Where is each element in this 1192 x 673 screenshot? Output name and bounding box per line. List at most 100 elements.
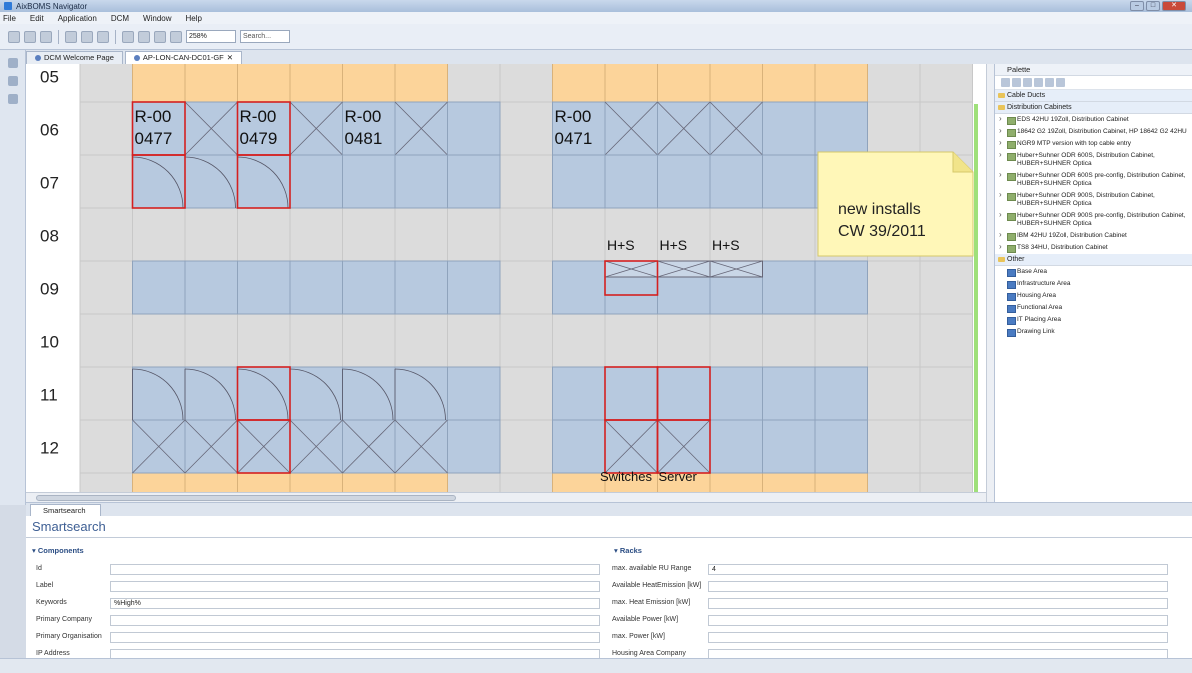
vertical-scrollbar[interactable] — [986, 64, 994, 502]
palette-tools — [995, 76, 1192, 90]
hs-label: H+S — [712, 237, 740, 253]
row-label: 09 — [40, 280, 59, 299]
menu-application[interactable]: Application — [58, 14, 97, 23]
smartsearch-title: Smartsearch — [32, 519, 106, 534]
tab-floorplan[interactable]: AP-LON-CAN-DC01-GF ✕ — [124, 51, 243, 64]
field-label: Available Power [kW] — [612, 616, 679, 623]
horizontal-scrollbar[interactable] — [26, 492, 986, 502]
palette-drawer-header[interactable]: Distribution Cabinets — [995, 102, 1192, 114]
rack-cell — [814, 366, 868, 421]
forward-icon[interactable] — [81, 30, 93, 43]
rack-cell — [342, 154, 396, 209]
palette-item[interactable]: NGR9 MTP version with top cable entry — [995, 138, 1192, 150]
floorplan-svg[interactable]: 05 06 07 08 09 10 11 12 R-00 0477 R-00 0479 R-00 0481… — [26, 64, 986, 492]
field-input[interactable] — [708, 581, 1168, 592]
zoom-out-icon[interactable] — [1023, 78, 1032, 87]
note-icon[interactable] — [1045, 78, 1054, 87]
palette-item[interactable]: IBM 42HU 19Zoll, Distribution Cabinet — [995, 230, 1192, 242]
grid-cell — [552, 313, 606, 368]
back-icon[interactable] — [65, 30, 77, 43]
palette-item[interactable]: Huber+Suhner ODR 900S pre-config, Distri… — [995, 210, 1192, 230]
grid-cell — [919, 472, 973, 492]
close-icon[interactable]: ✕ — [227, 52, 233, 64]
view-icon[interactable] — [7, 94, 18, 104]
grid-icon[interactable] — [170, 30, 182, 43]
palette-item[interactable]: Infrastructure Area — [995, 278, 1192, 290]
search-input[interactable]: Search... — [240, 30, 290, 43]
palette-item[interactable]: Housing Area — [995, 290, 1192, 302]
grid-cell — [237, 313, 291, 368]
tools-icon[interactable] — [122, 30, 134, 43]
rack-cell — [762, 419, 816, 474]
floorplan-canvas[interactable]: 05 06 07 08 09 10 11 12 R-00 0477 R-00 0479 R-00 0481… — [26, 64, 986, 492]
layout-icon[interactable] — [138, 30, 150, 43]
view-icon[interactable] — [7, 76, 18, 86]
minimize-button[interactable]: – — [1130, 1, 1144, 11]
palette-item[interactable]: Huber+Suhner ODR 900S, Distribution Cabi… — [995, 190, 1192, 210]
field-input[interactable] — [110, 615, 600, 626]
pencil-icon[interactable] — [1056, 78, 1065, 87]
palette-item[interactable]: Base Area — [995, 266, 1192, 278]
menu-help[interactable]: Help — [186, 14, 202, 23]
row-label: 06 — [40, 121, 59, 140]
field-input[interactable] — [110, 564, 600, 575]
rack-cell — [237, 366, 291, 421]
racks-section-header[interactable]: ▾ Racks — [614, 546, 642, 555]
grid-cell — [604, 313, 658, 368]
pin-icon[interactable] — [97, 30, 109, 43]
menu-window[interactable]: Window — [143, 14, 171, 23]
cable-duct-cell — [184, 64, 238, 103]
view-icon[interactable] — [7, 58, 18, 68]
maximize-button[interactable]: □ — [1146, 1, 1160, 11]
folder-icon[interactable] — [1034, 78, 1043, 87]
print-icon[interactable] — [40, 30, 52, 43]
palette-item[interactable]: 18642 G2 19Zoll, Distribution Cabinet, H… — [995, 126, 1192, 138]
grid-cell — [237, 207, 291, 262]
rack-cell — [447, 419, 501, 474]
field-input[interactable] — [110, 581, 600, 592]
connect-icon[interactable] — [154, 30, 166, 43]
palette-item[interactable]: Functional Area — [995, 302, 1192, 314]
zoom-input[interactable]: 258% — [186, 30, 236, 43]
palette-drawer-header[interactable]: Cable Ducts — [995, 90, 1192, 102]
menu-file[interactable]: File — [3, 14, 16, 23]
grid-cell — [447, 64, 501, 103]
palette-item[interactable]: EDS 42HU 19Zoll, Distribution Cabinet — [995, 114, 1192, 126]
field-input[interactable]: %High% — [110, 598, 600, 609]
select-icon[interactable] — [1001, 78, 1010, 87]
palette-item[interactable]: IT Placing Area — [995, 314, 1192, 326]
palette-title: Palette — [995, 64, 1192, 76]
tab-dcm-welcome[interactable]: DCM Welcome Page — [26, 51, 123, 64]
grid-cell — [814, 313, 868, 368]
palette-item[interactable]: Huber+Suhner ODR 600S pre-config, Distri… — [995, 170, 1192, 190]
palette-item[interactable]: Huber+Suhner ODR 600S, Distribution Cabi… — [995, 150, 1192, 170]
save-all-icon[interactable] — [24, 30, 36, 43]
save-icon[interactable] — [8, 30, 20, 43]
rack-cell — [342, 260, 396, 315]
app-icon — [4, 2, 12, 10]
grid-cell — [447, 472, 501, 492]
field-input[interactable] — [110, 632, 600, 643]
section-title: Racks — [619, 546, 642, 555]
close-button[interactable]: ✕ — [1162, 1, 1186, 11]
rack-cell — [447, 366, 501, 421]
field-input[interactable] — [708, 632, 1168, 643]
grid-cell — [79, 260, 133, 315]
grid-cell — [289, 313, 343, 368]
menu-dcm[interactable]: DCM — [111, 14, 129, 23]
menu-bar: File Edit Application DCM Window Help — [0, 12, 1192, 24]
scrollbar-thumb[interactable] — [36, 495, 456, 501]
palette-item[interactable]: Drawing Link — [995, 326, 1192, 338]
palette-item[interactable]: TS8 34HU, Distribution Cabinet — [995, 242, 1192, 254]
cable-duct-cell — [552, 472, 606, 492]
grid-cell — [867, 419, 921, 474]
field-input[interactable] — [708, 598, 1168, 609]
menu-edit[interactable]: Edit — [30, 14, 44, 23]
field-label: Label — [36, 582, 54, 589]
field-input[interactable]: 4 — [708, 564, 1168, 575]
zoom-in-icon[interactable] — [1012, 78, 1021, 87]
palette-drawers: Cable Ducts Distribution Cabinets EDS 42HU… — [995, 90, 1192, 338]
field-input[interactable] — [708, 615, 1168, 626]
components-section-header[interactable]: ▾ Components — [32, 546, 84, 555]
palette-drawer-header[interactable]: Other — [995, 254, 1192, 266]
